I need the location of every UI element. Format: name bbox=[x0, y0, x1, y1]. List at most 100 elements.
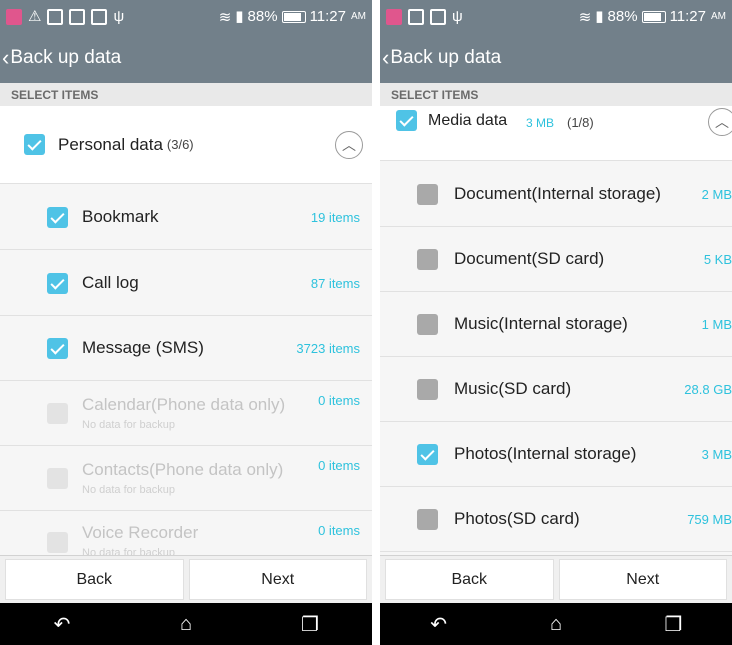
back-button[interactable]: Back bbox=[5, 559, 184, 600]
item-count: 0 items bbox=[318, 523, 360, 538]
list-item: Calendar(Phone data only) No data for ba… bbox=[0, 381, 372, 446]
nav-recent-icon[interactable]: ❐ bbox=[653, 612, 693, 637]
list-item[interactable]: Bookmark 19 items bbox=[0, 185, 372, 250]
collapse-icon[interactable]: ︿ bbox=[335, 130, 363, 159]
message-icon bbox=[408, 8, 424, 25]
app-notification-icon bbox=[386, 8, 402, 25]
battery-percent: 88% bbox=[247, 8, 278, 25]
list-item[interactable]: Photos(Internal storage) 3 MB bbox=[380, 422, 732, 487]
item-count: 19 items bbox=[310, 209, 360, 225]
item-subtext: No data for backup bbox=[82, 419, 175, 431]
group-size: 3 MB bbox=[526, 116, 555, 130]
item-count: 3723 items bbox=[296, 340, 360, 356]
collapse-icon[interactable]: ︿ bbox=[708, 108, 732, 136]
back-arrow-icon[interactable]: ‹ bbox=[2, 47, 9, 69]
clock: 11:27 bbox=[669, 8, 706, 25]
list-item[interactable]: Music(Internal storage) 1 MB bbox=[380, 292, 732, 357]
code-icon bbox=[430, 8, 446, 25]
status-bar: ⚠ ψ ≋ ▮ 88% 11:27 AM bbox=[0, 0, 372, 33]
list-item[interactable]: Call log 87 items bbox=[0, 251, 372, 316]
footer-buttons: Back Next bbox=[0, 555, 372, 603]
item-checkbox bbox=[47, 467, 68, 489]
back-arrow-icon[interactable]: ‹ bbox=[382, 47, 389, 69]
item-checkbox[interactable] bbox=[47, 272, 68, 294]
nav-back-icon[interactable]: ↶ bbox=[419, 612, 459, 637]
list-item[interactable]: Message (SMS) 3723 items bbox=[0, 316, 372, 381]
app-bar: ‹ Back up data bbox=[0, 33, 372, 83]
list-item[interactable]: Music(SD card) 28.8 GB bbox=[380, 357, 732, 422]
item-checkbox[interactable] bbox=[417, 248, 438, 270]
notification-icons: ⚠ ψ bbox=[6, 7, 125, 25]
code-icon bbox=[91, 8, 108, 25]
system-nav-bar: ↶ ⌂ ❐ bbox=[0, 603, 372, 645]
item-count: 3 MB bbox=[701, 446, 732, 462]
item-count: 0 items bbox=[318, 393, 360, 408]
wifi-icon: ≋ bbox=[218, 8, 232, 26]
item-label: Document(Internal storage) bbox=[454, 184, 661, 203]
message-icon bbox=[69, 8, 86, 25]
usb-icon: ψ bbox=[113, 7, 125, 25]
item-checkbox[interactable] bbox=[417, 183, 438, 205]
item-label: Call log bbox=[82, 273, 139, 292]
item-count: 0 items bbox=[318, 458, 360, 473]
group-checkbox[interactable] bbox=[396, 110, 417, 131]
item-label: Photos(Internal storage) bbox=[454, 444, 637, 463]
group-label: Personal data bbox=[58, 134, 163, 154]
back-button[interactable]: Back bbox=[385, 559, 554, 600]
page-title: Back up data bbox=[10, 47, 122, 68]
gallery-icon bbox=[47, 8, 64, 25]
usb-icon: ψ bbox=[452, 7, 463, 25]
group-label: Media data bbox=[428, 112, 508, 129]
group-row-personal-data[interactable]: Personal data (3/6) ︿ bbox=[0, 106, 372, 184]
divider bbox=[372, 0, 380, 645]
item-label: Photos(SD card) bbox=[454, 509, 580, 528]
item-checkbox bbox=[47, 402, 68, 424]
clock: 11:27 bbox=[309, 8, 346, 25]
item-checkbox[interactable] bbox=[417, 443, 438, 465]
screenshot-pair: ⚠ ψ ≋ ▮ 88% 11:27 AM ‹ Back up data SELE… bbox=[0, 0, 732, 645]
item-checkbox[interactable] bbox=[417, 378, 438, 400]
item-label: Document(SD card) bbox=[454, 249, 605, 268]
group-row-media-data[interactable]: Media data 3 MB (1/8) ︿ bbox=[380, 106, 732, 161]
item-label: Contacts(Phone data only) bbox=[82, 460, 284, 479]
item-label: Bookmark bbox=[82, 207, 159, 226]
app-bar: ‹ Back up data bbox=[380, 33, 732, 83]
list-item[interactable]: Document(SD card) 5 KB bbox=[380, 227, 732, 292]
next-button[interactable]: Next bbox=[558, 559, 727, 600]
warning-icon: ⚠ bbox=[28, 7, 42, 25]
signal-icon: ▮ bbox=[595, 7, 604, 25]
item-count: 87 items bbox=[310, 275, 360, 291]
section-header: SELECT ITEMS bbox=[380, 83, 732, 106]
nav-home-icon[interactable]: ⌂ bbox=[166, 613, 206, 636]
nav-recent-icon[interactable]: ❐ bbox=[290, 612, 330, 637]
item-label: Calendar(Phone data only) bbox=[82, 395, 286, 414]
item-subtext: No data for backup bbox=[82, 484, 175, 496]
item-checkbox bbox=[47, 532, 68, 553]
next-button[interactable]: Next bbox=[188, 559, 367, 600]
item-count: 5 KB bbox=[703, 251, 732, 267]
battery-icon bbox=[281, 10, 306, 23]
footer-buttons: Back Next bbox=[380, 555, 732, 603]
system-nav-bar: ↶ ⌂ ❐ bbox=[380, 603, 732, 645]
phone-screen-media-data: ψ ≋ ▮ 88% 11:27 AM ‹ Back up data SELECT… bbox=[380, 0, 732, 645]
list-item[interactable]: Document(Internal storage) 2 MB bbox=[380, 162, 732, 227]
nav-home-icon[interactable]: ⌂ bbox=[536, 613, 576, 636]
item-checkbox[interactable] bbox=[47, 337, 68, 359]
nav-back-icon[interactable]: ↶ bbox=[42, 612, 82, 637]
item-checkbox[interactable] bbox=[417, 508, 438, 530]
battery-icon bbox=[641, 10, 666, 23]
list-item: Contacts(Phone data only) No data for ba… bbox=[0, 446, 372, 511]
page-title: Back up data bbox=[390, 47, 502, 68]
item-count: 759 MB bbox=[687, 511, 732, 527]
battery-percent: 88% bbox=[607, 8, 638, 25]
group-count: (1/8) bbox=[567, 115, 594, 130]
app-notification-icon bbox=[6, 8, 22, 25]
phone-screen-personal-data: ⚠ ψ ≋ ▮ 88% 11:27 AM ‹ Back up data SELE… bbox=[0, 0, 372, 645]
section-header: SELECT ITEMS bbox=[0, 83, 372, 106]
item-checkbox[interactable] bbox=[47, 206, 68, 228]
list-item[interactable]: Photos(SD card) 759 MB bbox=[380, 487, 732, 552]
group-count: (3/6) bbox=[166, 137, 194, 152]
item-checkbox[interactable] bbox=[417, 313, 438, 335]
group-checkbox[interactable] bbox=[24, 134, 45, 155]
item-label: Music(Internal storage) bbox=[454, 314, 628, 333]
